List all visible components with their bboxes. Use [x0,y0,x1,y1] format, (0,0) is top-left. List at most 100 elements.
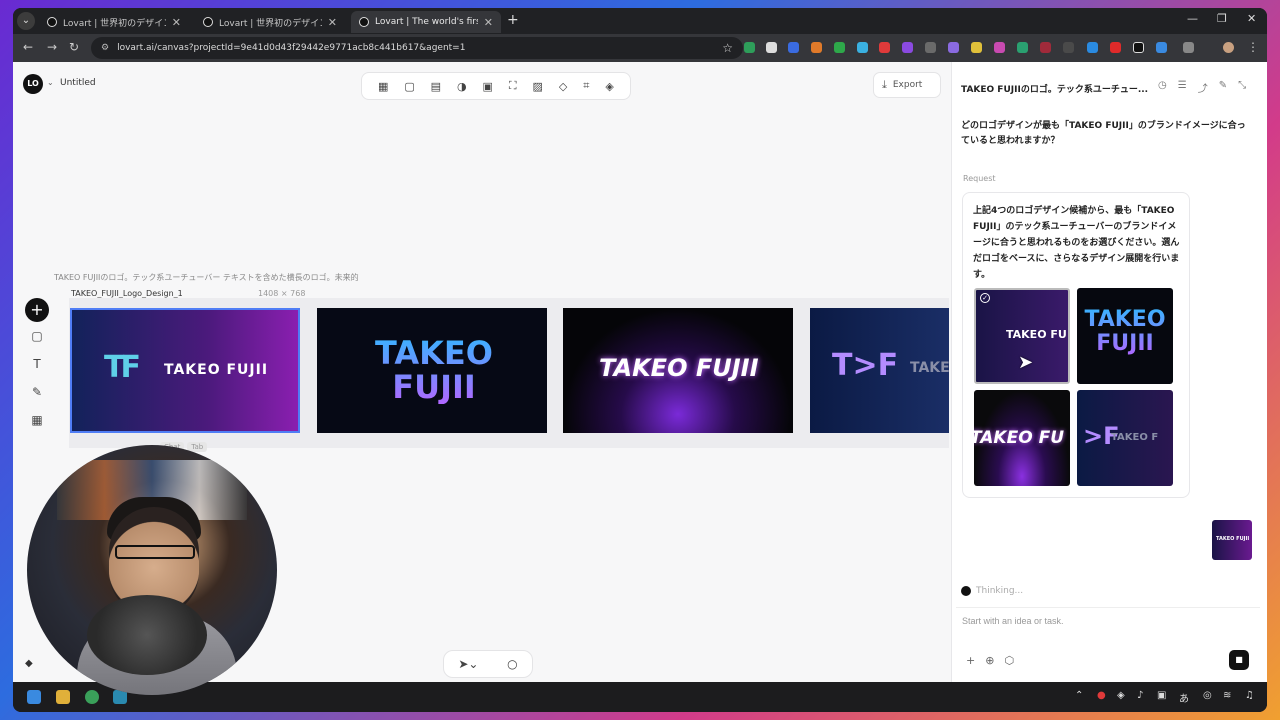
settings-icon[interactable]: ☰ [1178,80,1187,95]
back-icon[interactable]: ← [23,40,33,54]
close-icon[interactable]: ✕ [328,16,337,29]
browser-menu-icon[interactable]: ⋮ [1247,40,1259,54]
pen-tool-icon[interactable]: ✎ [25,378,49,406]
site-info-icon[interactable]: ⚙ [101,43,109,53]
option-line-2: FUJII [1096,331,1154,356]
extension-icon[interactable] [857,42,868,53]
layers-toggle-icon[interactable]: ◆ [25,658,33,669]
close-icon[interactable]: ✕ [172,16,181,29]
bookmark-star-icon[interactable]: ☆ [722,41,733,55]
profile-avatar[interactable] [1223,42,1234,53]
tab-strip: ⌄ Lovart | 世界初のデザインエージェント ✕ Lovart | 世界初… [13,8,1267,34]
extension-icon[interactable] [744,42,755,53]
logo-card-3[interactable]: TAKEO FUJII [563,308,793,433]
left-toolbar: + ▢ T ✎ ▦ [25,298,51,458]
option-line-1: TAKEO [1084,307,1166,332]
logo-card-2[interactable]: TAKEO FUJII [317,308,547,433]
selected-logo-thumb[interactable]: TAKEO FUJII [1212,520,1252,560]
forward-icon[interactable]: → [47,40,57,54]
extension-icon[interactable] [788,42,799,53]
chevron-down-icon[interactable]: ⌄ [47,78,54,87]
frame-label[interactable]: TAKEO_FUJII_Logo_Design_1 [71,289,183,298]
text-edit-icon[interactable]: ▣ [483,80,493,93]
reload-icon[interactable]: ↻ [69,40,79,54]
logo-card-4[interactable]: T>F TAKE [810,308,949,433]
minimize-icon[interactable]: — [1187,12,1198,25]
stop-button[interactable]: ■ [1229,650,1249,670]
add-icon[interactable]: + [966,654,975,667]
tab-2[interactable]: Lovart | 世界初のデザインエージェント ✕ [195,11,345,33]
remove-bg-icon[interactable]: ◑ [457,80,467,93]
table-tool-icon[interactable]: ▦ [25,406,49,434]
extension-icon[interactable] [811,42,822,53]
collapse-icon[interactable]: ⤡ [1238,80,1246,95]
logo-option-2[interactable]: TAKEO FUJII [1077,288,1173,384]
tray-app-icon[interactable]: ◈ [1117,690,1125,701]
file-explorer-icon[interactable] [56,690,70,704]
layers-icon[interactable]: ◈ [605,80,613,93]
chat-input[interactable] [962,616,1242,626]
option-text: TAKEO FU [1006,328,1067,341]
logo-card-1[interactable]: TF TAKEO FUJII [70,308,300,433]
close-icon[interactable]: ✕ [484,16,493,29]
text-tool-icon[interactable]: T [25,350,49,378]
image-edit-icon[interactable]: ▨ [533,80,543,93]
canvas-caption: TAKEO FUJIIのロゴ。テック系ユーチューバー テキストを含めた横長のロゴ… [54,273,359,282]
history-icon[interactable]: ◷ [1158,80,1167,95]
volume-icon[interactable]: ♫ [1245,690,1254,701]
eraser-icon[interactable]: ◇ [559,80,567,93]
extension-icon[interactable] [1133,42,1144,53]
layout-icon[interactable]: ▤ [431,80,441,93]
tab-3[interactable]: Lovart | The world's first design agent … [351,11,501,33]
add-icon[interactable]: + [25,298,49,322]
cube-icon[interactable]: ⬡ [1004,654,1014,667]
expand-icon[interactable]: ⛶ [509,79,517,93]
extension-icon[interactable] [902,42,913,53]
new-chat-icon[interactable]: ✎ [1219,80,1227,95]
maximize-icon[interactable]: ❐ [1217,12,1227,25]
mic-icon[interactable]: ♪ [1137,690,1143,701]
globe-icon[interactable]: ⊕ [985,654,994,667]
extension-icon[interactable] [1087,42,1098,53]
comment-icon[interactable]: ○ [507,657,517,671]
address-bar[interactable]: ⚙ lovart.ai/canvas?projectId=9e41d0d43f2… [91,37,743,59]
tray-app-icon[interactable]: ● [1097,690,1106,701]
share-icon[interactable]: ⤴ [1198,80,1208,95]
extension-icon[interactable] [766,42,777,53]
frame-tool-icon[interactable]: ▢ [25,322,49,350]
crop-icon[interactable]: ⌗ [583,79,589,93]
extension-icon[interactable] [971,42,982,53]
tab-search-icon[interactable]: ⌄ [17,12,35,30]
tray-app-icon[interactable]: ▣ [1157,690,1166,701]
request-label: Request [963,174,996,183]
frame-icon[interactable]: ▢ [404,80,414,93]
logo-option-4[interactable]: >F TAKEO F [1077,390,1173,486]
logo-option-3[interactable]: TAKEO FU [974,390,1070,486]
windows-start-icon[interactable] [27,690,41,704]
lovart-logo-icon[interactable]: LO [23,74,43,94]
extension-icon[interactable] [994,42,1005,53]
tab-1[interactable]: Lovart | 世界初のデザインエージェント ✕ [39,11,189,33]
chat-composer: + ⊕ ⬡ ■ [956,607,1260,677]
extension-icon[interactable] [925,42,936,53]
extension-icon[interactable] [879,42,890,53]
extension-icon[interactable] [948,42,959,53]
extension-icon[interactable] [1063,42,1074,53]
extension-icon[interactable] [834,42,845,53]
extension-icon[interactable] [1156,42,1167,53]
close-window-icon[interactable]: ✕ [1247,12,1256,25]
mini-thumb-text: TAKEO FUJII [1216,536,1250,542]
select-cursor-icon[interactable]: ➤⌄ [458,657,478,671]
extension-icon[interactable] [1040,42,1051,53]
extension-icon[interactable] [1017,42,1028,53]
ime-indicator-icon[interactable]: あ [1179,690,1189,705]
extensions-puzzle-icon[interactable] [1183,42,1194,53]
mosaic-icon[interactable]: ▦ [378,80,388,93]
tray-app-icon[interactable]: ◎ [1203,690,1212,701]
extension-icon[interactable] [1110,42,1121,53]
export-button[interactable]: ⤓ Export [873,72,941,98]
tray-chevron-icon[interactable]: ⌃ [1075,690,1083,701]
project-title[interactable]: Untitled [60,78,96,88]
wifi-icon[interactable]: ≋ [1223,690,1231,701]
new-tab-icon[interactable]: + [507,12,519,28]
